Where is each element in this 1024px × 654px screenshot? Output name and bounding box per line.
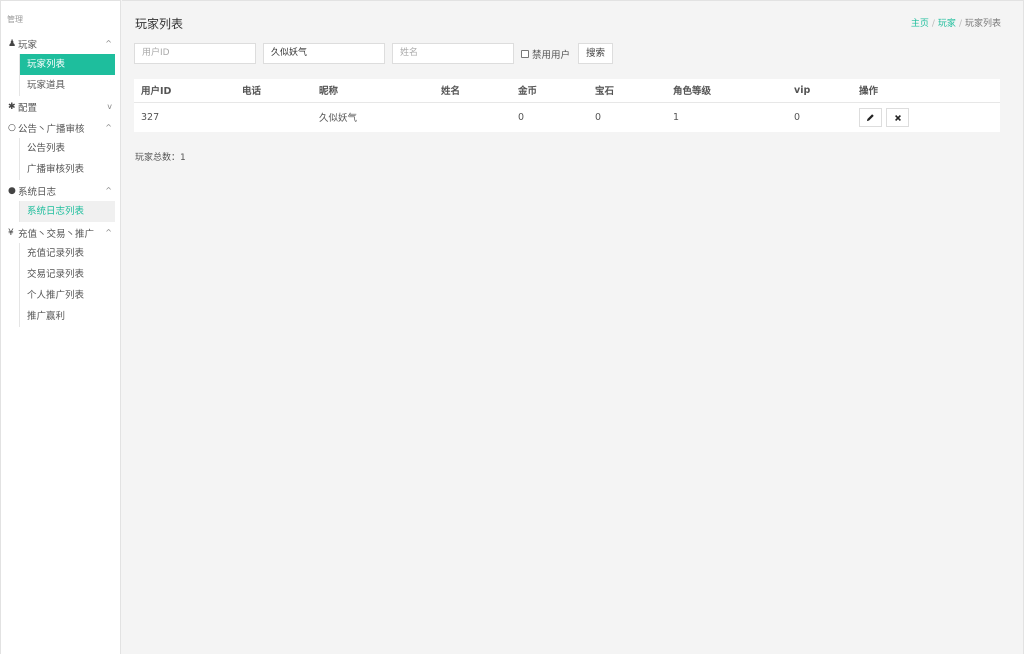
chevron-down-icon: v (107, 102, 112, 111)
sidebar-group-config[interactable]: ✱ 配置 v (1, 96, 120, 117)
chevron-up-icon: ^ (105, 39, 112, 48)
cell-nickname: 久似妖气 (319, 113, 358, 125)
breadcrumb-separator: / (931, 19, 935, 29)
filter-bar: 用户ID 久似妖气 姓名 禁用用户 搜索 (134, 43, 614, 64)
yen-icon: ¥ (8, 227, 14, 238)
edit-button[interactable] (859, 107, 882, 127)
sidebar-item-broadcast-review[interactable]: 广播审核列表 (20, 159, 115, 180)
breadcrumb-section[interactable]: 玩家 (938, 19, 956, 29)
sidebar-group-label: 充值丶交易丶推广 (18, 228, 95, 240)
cell-actions (852, 102, 1000, 132)
sidebar: 管理 ♟ 玩家 ^ 玩家列表 玩家道具 ✱ 配置 v ○ 公告丶广播审核 ^ 公… (0, 0, 121, 654)
sidebar-group-label: 配置 (18, 102, 38, 114)
sidebar-item-promotion-profit[interactable]: 推广赢利 (20, 306, 115, 327)
sidebar-group-recharge[interactable]: ¥ 充值丶交易丶推广 ^ (1, 222, 120, 243)
sidebar-group-announcements[interactable]: ○ 公告丶广播审核 ^ (1, 117, 120, 138)
chevron-up-icon: ^ (105, 186, 112, 195)
col-header-gems: 宝石 (588, 79, 666, 103)
player-table: 用户ID 电话 昵称 姓名 金币 宝石 角色等级 vip 操作 327 久似妖气 (134, 79, 1000, 132)
disabled-user-label: 禁用用户 (532, 49, 571, 61)
col-header-level: 角色等级 (666, 79, 787, 103)
chevron-up-icon: ^ (105, 123, 112, 132)
android-icon: ● (8, 185, 16, 196)
name-input[interactable]: 姓名 (392, 43, 514, 64)
breadcrumb-home[interactable]: 主页 (911, 19, 929, 29)
total-count: 玩家总数：1 (135, 153, 186, 163)
sidebar-group-label: 玩家 (18, 39, 38, 51)
sidebar-item-trade-records[interactable]: 交易记录列表 (20, 264, 115, 285)
close-icon (894, 114, 901, 121)
page-title: 玩家列表 (135, 17, 184, 31)
breadcrumb-current: 玩家列表 (964, 19, 1001, 29)
cell-gems: 0 (595, 111, 602, 123)
disabled-user-checkbox[interactable]: 禁用用户 (521, 47, 570, 61)
sidebar-group-label: 系统日志 (18, 186, 57, 198)
nickname-input[interactable]: 久似妖气 (263, 43, 385, 64)
sidebar-header: 管理 (7, 15, 23, 24)
sidebar-group-system-log[interactable]: ● 系统日志 ^ (1, 180, 120, 201)
sidebar-sublist-players: 玩家列表 玩家道具 (19, 54, 120, 96)
table-header-row: 用户ID 电话 昵称 姓名 金币 宝石 角色等级 vip 操作 (134, 79, 1000, 103)
table-row: 327 久似妖气 0 0 1 0 (134, 102, 1000, 132)
checkbox-box[interactable] (521, 49, 529, 58)
chevron-up-icon: ^ (105, 228, 112, 237)
breadcrumb: 主页 / 玩家 / 玩家列表 (911, 16, 1001, 29)
gear-icon: ✱ (8, 101, 16, 112)
cell-level: 1 (673, 111, 680, 123)
sidebar-sublist-system-log: 系统日志列表 (19, 201, 120, 222)
sidebar-item-promotion-list[interactable]: 个人推广列表 (20, 285, 115, 306)
cell-phone (235, 102, 312, 132)
comment-icon: ○ (8, 122, 16, 133)
cell-name (434, 102, 511, 132)
col-header-gold: 金币 (511, 79, 588, 103)
col-header-nickname: 昵称 (312, 79, 434, 103)
pencil-icon (866, 113, 874, 121)
user-id-input[interactable]: 用户ID (134, 43, 256, 64)
col-header-user-id: 用户ID (134, 79, 235, 103)
sidebar-group-label: 公告丶广播审核 (18, 123, 85, 135)
sidebar-sublist-announcements: 公告列表 广播审核列表 (19, 138, 120, 180)
sidebar-item-system-log-list[interactable]: 系统日志列表 (20, 201, 115, 222)
cell-vip: 0 (794, 111, 801, 123)
sidebar-item-player-items[interactable]: 玩家道具 (20, 75, 115, 96)
cell-gold: 0 (518, 111, 525, 123)
col-header-vip: vip (787, 79, 852, 103)
user-icon: ♟ (8, 38, 17, 49)
sidebar-group-players[interactable]: ♟ 玩家 ^ (1, 33, 120, 54)
main-content: 玩家列表 主页 / 玩家 / 玩家列表 用户ID 久似妖气 姓名 禁用用户 搜索 用户I… (122, 0, 1024, 654)
sidebar-item-announcement-list[interactable]: 公告列表 (20, 138, 115, 159)
search-button[interactable]: 搜索 (578, 43, 614, 64)
sidebar-item-player-list[interactable]: 玩家列表 (20, 54, 115, 75)
sidebar-sublist-recharge: 充值记录列表 交易记录列表 个人推广列表 推广赢利 (19, 243, 120, 327)
col-header-actions: 操作 (852, 79, 1000, 103)
sidebar-item-recharge-records[interactable]: 充值记录列表 (20, 243, 115, 264)
breadcrumb-separator: / (958, 19, 962, 29)
col-header-phone: 电话 (235, 79, 312, 103)
cell-user-id: 327 (141, 111, 160, 123)
col-header-name: 姓名 (434, 79, 511, 103)
delete-button[interactable] (886, 108, 910, 127)
